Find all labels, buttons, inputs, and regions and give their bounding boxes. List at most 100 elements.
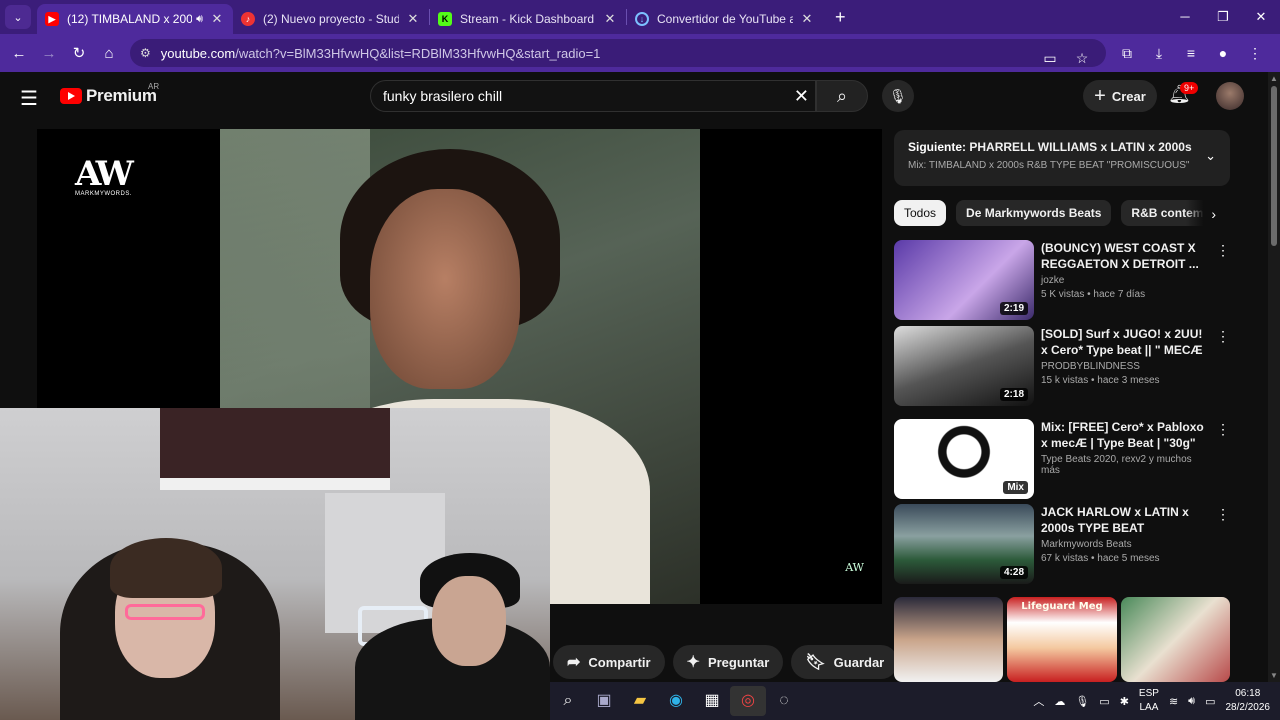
short-thumbnail[interactable]: [894, 597, 1004, 682]
back-icon[interactable]: ←: [4, 45, 34, 62]
profile-avatar-icon[interactable]: ●: [1210, 40, 1236, 66]
save-button[interactable]: 🔖︎ Guardar: [791, 645, 899, 679]
up-next-panel[interactable]: Siguiente: PHARRELL WILLIAMS x LATIN x 2…: [894, 130, 1230, 186]
channel-watermark[interactable]: AW: [845, 561, 864, 574]
create-label: Crear: [1111, 88, 1146, 104]
more-options-icon[interactable]: ⋮: [1216, 328, 1230, 345]
show-hidden-icons-icon[interactable]: ︿: [1033, 693, 1044, 709]
tab-youtube[interactable]: ▶ (12) TIMBALAND x 2000s R&B 🔊︎ ✕: [37, 4, 233, 34]
meet-now-icon[interactable]: ▭: [1099, 695, 1109, 708]
microphone-tray-icon[interactable]: 🎙︎: [1075, 695, 1089, 708]
channel-name[interactable]: PRODBYBLINDNESS: [1041, 361, 1211, 372]
video-title[interactable]: JACK HARLOW x LATIN x 2000s TYPE BEAT "M…: [1041, 504, 1211, 536]
more-options-icon[interactable]: ⋮: [1216, 242, 1230, 259]
language-indicator[interactable]: ESP LAA: [1139, 687, 1159, 715]
onedrive-icon[interactable]: ☁: [1054, 695, 1065, 708]
search-input[interactable]: funky brasilero chill ✕: [370, 80, 816, 112]
edge-icon[interactable]: ◉: [658, 686, 694, 716]
bookmark-star-icon[interactable]: ☆: [1068, 44, 1096, 72]
close-window-icon[interactable]: ✕: [1242, 0, 1280, 34]
speaker-icon[interactable]: 🔊︎: [196, 13, 203, 26]
close-tab-icon[interactable]: ✕: [209, 11, 225, 27]
ask-button[interactable]: ✦ Preguntar: [672, 645, 784, 679]
video-thumbnail[interactable]: 4:28: [894, 504, 1034, 584]
list-item[interactable]: 2:18 [SOLD] Surf x JUGO! x 2UU! x Cero* …: [894, 326, 1234, 406]
battery-icon[interactable]: ▭: [1205, 695, 1215, 708]
short-label: Lifeguard Meg: [1021, 601, 1103, 612]
channel-name[interactable]: jozke: [1041, 275, 1211, 286]
more-options-icon[interactable]: ⋮: [1216, 421, 1230, 438]
forward-icon[interactable]: →: [34, 45, 64, 62]
voice-search-button[interactable]: 🎙︎: [882, 80, 914, 112]
browser-menu-icon[interactable]: ⋮: [1242, 40, 1268, 66]
minimize-icon[interactable]: ─: [1166, 0, 1204, 34]
youtube-premium-logo[interactable]: Premium AR: [60, 82, 159, 106]
scrollbar-thumb[interactable]: [1271, 86, 1277, 246]
tab-studio[interactable]: ♪ (2) Nuevo proyecto - Studio ✕: [233, 4, 429, 34]
video-thumbnail[interactable]: 2:18: [894, 326, 1034, 406]
video-info: (BOUNCY) WEST COAST X REGGAETON X DETROI…: [1041, 240, 1211, 320]
close-tab-icon[interactable]: ✕: [799, 11, 815, 27]
video-thumbnail[interactable]: Mix: [894, 419, 1034, 499]
wifi-icon[interactable]: ≋: [1169, 695, 1178, 708]
extensions-icon[interactable]: ⧉: [1114, 40, 1140, 66]
up-next-title: PHARRELL WILLIAMS x LATIN x 2000s T...: [969, 140, 1194, 154]
chrome-icon[interactable]: ◎: [730, 686, 766, 716]
window-controls: ─ ❐ ✕: [1166, 0, 1280, 34]
chip-channel[interactable]: De Markmywords Beats: [956, 200, 1112, 226]
create-button[interactable]: + Crear: [1083, 80, 1157, 112]
volume-icon[interactable]: 🔊︎: [1188, 695, 1195, 708]
chips-next-arrow[interactable]: ›: [1186, 200, 1230, 228]
up-next-label: Siguiente:: [908, 140, 967, 154]
task-view-icon[interactable]: ▣: [586, 686, 622, 716]
scroll-up-icon[interactable]: ▲: [1270, 74, 1278, 83]
share-label: Compartir: [588, 654, 651, 670]
close-tab-icon[interactable]: ✕: [602, 11, 618, 27]
search-icon[interactable]: ⌕: [550, 686, 586, 716]
close-tab-icon[interactable]: ✕: [405, 11, 421, 27]
clear-search-icon[interactable]: ✕: [794, 86, 809, 107]
reload-icon[interactable]: ↻: [64, 44, 94, 62]
short-thumbnail[interactable]: Lifeguard Meg: [1007, 597, 1117, 682]
share-button[interactable]: ➦ Compartir: [553, 645, 665, 679]
search-button[interactable]: ⌕: [816, 80, 868, 112]
address-bar[interactable]: ⚙ youtube.com/watch?v=BlM33HfvwHQ&list=R…: [130, 39, 1106, 67]
video-title[interactable]: [SOLD] Surf x JUGO! x 2UU! x Cero* Type …: [1041, 326, 1211, 358]
new-tab-icon[interactable]: +: [835, 7, 846, 28]
converter-icon: ↓: [635, 12, 649, 26]
bluetooth-icon[interactable]: ✱: [1120, 695, 1129, 708]
store-icon[interactable]: ▦: [694, 686, 730, 716]
download-icon[interactable]: ⤓: [1146, 40, 1172, 66]
url-host: youtube.com: [160, 45, 236, 61]
video-info: JACK HARLOW x LATIN x 2000s TYPE BEAT "M…: [1041, 504, 1211, 584]
search-icon: ⌕: [836, 86, 848, 106]
short-thumbnail[interactable]: [1120, 597, 1230, 682]
tab-kick[interactable]: K Stream - Kick Dashboard ✕: [430, 4, 626, 34]
account-avatar[interactable]: [1216, 82, 1244, 110]
maximize-icon[interactable]: ❐: [1204, 0, 1242, 34]
page-scrollbar[interactable]: ▲ ▼: [1268, 72, 1280, 682]
video-thumbnail[interactable]: 2:19: [894, 240, 1034, 320]
scroll-down-icon[interactable]: ▼: [1270, 671, 1278, 680]
tab-converter[interactable]: ↓ Convertidor de YouTube a MP3 ✕: [627, 4, 823, 34]
obs-icon[interactable]: ◌: [766, 686, 802, 716]
tab-search-button[interactable]: ⌄: [5, 5, 31, 29]
chip-todos[interactable]: Todos: [894, 200, 947, 226]
list-item[interactable]: Mix Mix: [FREE] Cero* x Pabloxo x mecÆ |…: [894, 419, 1234, 499]
video-title[interactable]: Mix: [FREE] Cero* x Pabloxo x mecÆ | Typ…: [1041, 419, 1211, 451]
file-explorer-icon[interactable]: ▰: [622, 686, 658, 716]
language-bottom: LAA: [1139, 702, 1159, 713]
site-info-icon[interactable]: ⚙: [140, 46, 151, 60]
channel-name[interactable]: Markmywords Beats: [1041, 539, 1211, 550]
chevron-down-icon[interactable]: ⌄: [1205, 148, 1216, 164]
hamburger-menu-icon[interactable]: ☰: [20, 86, 38, 111]
channel-name[interactable]: Type Beats 2020, rexv2 y muchos más: [1041, 454, 1211, 476]
more-options-icon[interactable]: ⋮: [1216, 506, 1230, 523]
video-title[interactable]: (BOUNCY) WEST COAST X REGGAETON X DETROI…: [1041, 240, 1211, 272]
list-item[interactable]: 4:28 JACK HARLOW x LATIN x 2000s TYPE BE…: [894, 504, 1234, 584]
home-icon[interactable]: ⌂: [94, 45, 124, 62]
list-item[interactable]: 2:19 (BOUNCY) WEST COAST X REGGAETON X D…: [894, 240, 1234, 320]
cast-icon[interactable]: ▭: [1036, 44, 1064, 72]
clock[interactable]: 06:18 28/2/2026: [1226, 687, 1271, 715]
media-control-icon[interactable]: ≡: [1178, 40, 1204, 66]
